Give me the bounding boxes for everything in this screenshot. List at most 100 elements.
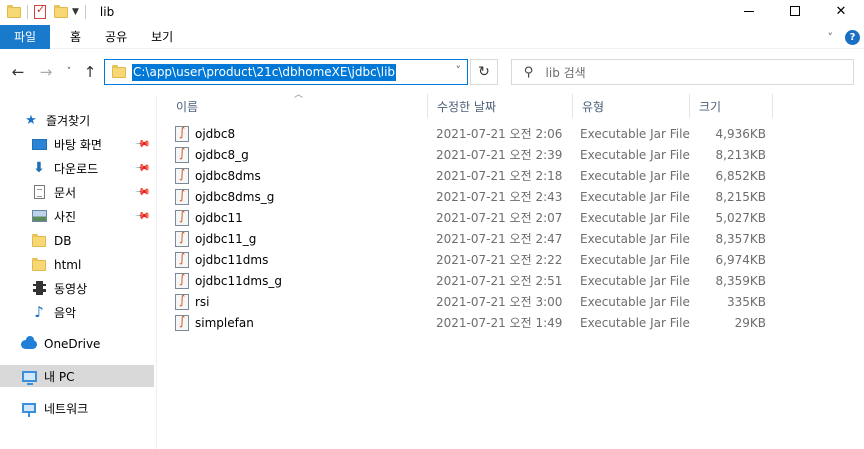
file-size: 6,852KB: [715, 168, 766, 183]
sidebar-item-music[interactable]: ♪ 음악: [30, 301, 154, 323]
file-type: Executable Jar File: [580, 126, 690, 141]
back-button[interactable]: ←: [8, 61, 28, 83]
file-date: 2021-07-21 오전 1:49: [436, 316, 563, 330]
sidebar-item-label: 다운로드: [54, 161, 99, 176]
sidebar-item-desktop[interactable]: 바탕 화면 📌: [30, 133, 154, 155]
column-header-size[interactable]: 크기: [693, 94, 771, 118]
refresh-button[interactable]: ↻: [470, 59, 498, 85]
pin-icon[interactable]: 📌: [133, 184, 150, 201]
sidebar-item-pictures[interactable]: 사진 📌: [30, 205, 154, 227]
star-icon: ★: [25, 112, 37, 128]
expand-ribbon-chevron-icon[interactable]: ˅: [828, 31, 834, 44]
file-type: Executable Jar File: [580, 273, 690, 288]
folder-icon: [30, 233, 48, 249]
jar-file-icon: [175, 314, 189, 331]
sidebar-item-documents[interactable]: 문서 📌: [30, 181, 154, 203]
file-name-cell: ojdbc8: [175, 125, 236, 142]
tab-file[interactable]: 파일: [0, 24, 50, 49]
pin-icon[interactable]: 📌: [133, 136, 150, 153]
sidebar-item-network[interactable]: 네트워크: [20, 397, 154, 419]
column-divider[interactable]: [772, 94, 773, 118]
up-button[interactable]: ↑: [80, 61, 100, 83]
recent-locations-button[interactable]: ˅: [62, 61, 76, 83]
jar-file-icon: [175, 272, 189, 289]
sidebar-item-videos[interactable]: 동영상: [30, 277, 154, 299]
address-bar[interactable]: C:\app\user\product\21c\dbhomeXE\jdbc\li…: [104, 59, 468, 85]
tab-view[interactable]: 보기: [139, 25, 185, 49]
search-input[interactable]: lib 검색: [546, 64, 586, 81]
customize-toolbar-dropdown-icon[interactable]: ▼: [72, 7, 79, 17]
minimize-button[interactable]: [726, 0, 772, 22]
search-box[interactable]: ⚲ lib 검색: [511, 59, 854, 85]
file-name: ojdbc8: [195, 126, 236, 141]
this-pc-icon: [20, 368, 38, 385]
file-type: Executable Jar File: [580, 315, 690, 330]
sidebar-item-onedrive[interactable]: OneDrive: [20, 333, 154, 355]
pictures-icon: [30, 208, 48, 224]
file-type: Executable Jar File: [580, 210, 690, 225]
file-row[interactable]: simplefan 2021-07-21 오전 1:49 Executable …: [175, 312, 775, 333]
sidebar-item-html[interactable]: html: [30, 254, 154, 276]
ribbon-right-controls: ˅ ?: [828, 25, 864, 49]
jar-file-icon: [175, 167, 189, 184]
file-name-cell: ojdbc8dms_g: [175, 188, 275, 205]
folder-icon[interactable]: [7, 4, 21, 18]
address-input[interactable]: C:\app\user\product\21c\dbhomeXE\jdbc\li…: [132, 63, 397, 81]
sidebar-item-label: DB: [54, 234, 72, 248]
sidebar-item-label: 사진: [54, 209, 77, 224]
address-dropdown-icon[interactable]: ˅: [456, 64, 462, 77]
file-row[interactable]: ojdbc8dms_g 2021-07-21 오전 2:43 Executabl…: [175, 186, 775, 207]
sidebar-item-label: 바탕 화면: [54, 137, 102, 152]
file-name-cell: ojdbc11_g: [175, 230, 256, 247]
forward-button[interactable]: →: [36, 61, 56, 83]
sidebar-item-quick-access[interactable]: ★ 즐겨찾기: [22, 109, 154, 131]
file-name-cell: ojdbc8dms: [175, 167, 261, 184]
sidebar-item-this-pc[interactable]: 내 PC: [0, 365, 154, 387]
file-row[interactable]: ojdbc8dms 2021-07-21 오전 2:18 Executable …: [175, 165, 775, 186]
file-row[interactable]: ojdbc8_g 2021-07-21 오전 2:39 Executable J…: [175, 144, 775, 165]
column-divider[interactable]: [689, 94, 690, 118]
file-name: ojdbc8dms_g: [195, 189, 275, 204]
file-date: 2021-07-21 오전 2:51: [436, 274, 563, 288]
jar-file-icon: [175, 209, 189, 226]
close-button[interactable]: ✕: [818, 0, 864, 22]
column-divider[interactable]: [572, 94, 573, 118]
file-size: 8,215KB: [715, 189, 766, 204]
file-row[interactable]: ojdbc11_g 2021-07-21 오전 2:47 Executable …: [175, 228, 775, 249]
properties-icon[interactable]: [34, 3, 46, 19]
sidebar-item-downloads[interactable]: ⬇ 다운로드 📌: [30, 157, 154, 179]
help-icon[interactable]: ?: [845, 29, 860, 45]
file-row[interactable]: ojdbc11 2021-07-21 오전 2:07 Executable Ja…: [175, 207, 775, 228]
pin-icon[interactable]: 📌: [133, 208, 150, 225]
jar-file-icon: [175, 251, 189, 268]
tab-share[interactable]: 공유: [93, 25, 139, 49]
file-date: 2021-07-21 오전 3:00: [436, 295, 563, 309]
title-bar: ▼ lib ✕: [0, 0, 864, 24]
sidebar-item-db[interactable]: DB: [30, 230, 154, 252]
file-name: ojdbc11dms: [195, 252, 269, 267]
file-row[interactable]: rsi 2021-07-21 오전 3:00 Executable Jar Fi…: [175, 291, 775, 312]
file-row[interactable]: ojdbc11dms 2021-07-21 오전 2:22 Executable…: [175, 249, 775, 270]
close-icon: ✕: [835, 3, 847, 19]
jar-file-icon: [175, 188, 189, 205]
file-row[interactable]: ojdbc8 2021-07-21 오전 2:06 Executable Jar…: [175, 123, 775, 144]
file-row[interactable]: ojdbc11dms_g 2021-07-21 오전 2:51 Executab…: [175, 270, 775, 291]
sidebar-item-label: html: [54, 258, 82, 272]
pin-icon[interactable]: 📌: [133, 160, 150, 177]
quick-access-toolbar: ▼: [0, 0, 92, 24]
ribbon-tabs: 파일 홈 공유 보기 ˅ ?: [0, 24, 864, 49]
column-header-date[interactable]: 수정한 날짜: [431, 94, 571, 118]
column-divider[interactable]: [427, 94, 428, 118]
file-type: Executable Jar File: [580, 252, 690, 267]
refresh-icon: ↻: [478, 64, 490, 80]
arrow-up-icon: ↑: [83, 63, 97, 81]
column-header-name[interactable]: 이름: [170, 94, 426, 118]
download-icon: ⬇: [33, 160, 45, 176]
file-name: ojdbc11dms_g: [195, 273, 282, 288]
sidebar-item-label: 네트워크: [44, 401, 89, 416]
pane-splitter[interactable]: [156, 96, 157, 449]
new-folder-icon[interactable]: [54, 4, 68, 18]
column-header-type[interactable]: 유형: [576, 94, 688, 118]
maximize-button[interactable]: [772, 0, 818, 22]
tab-home[interactable]: 홈: [58, 25, 93, 49]
